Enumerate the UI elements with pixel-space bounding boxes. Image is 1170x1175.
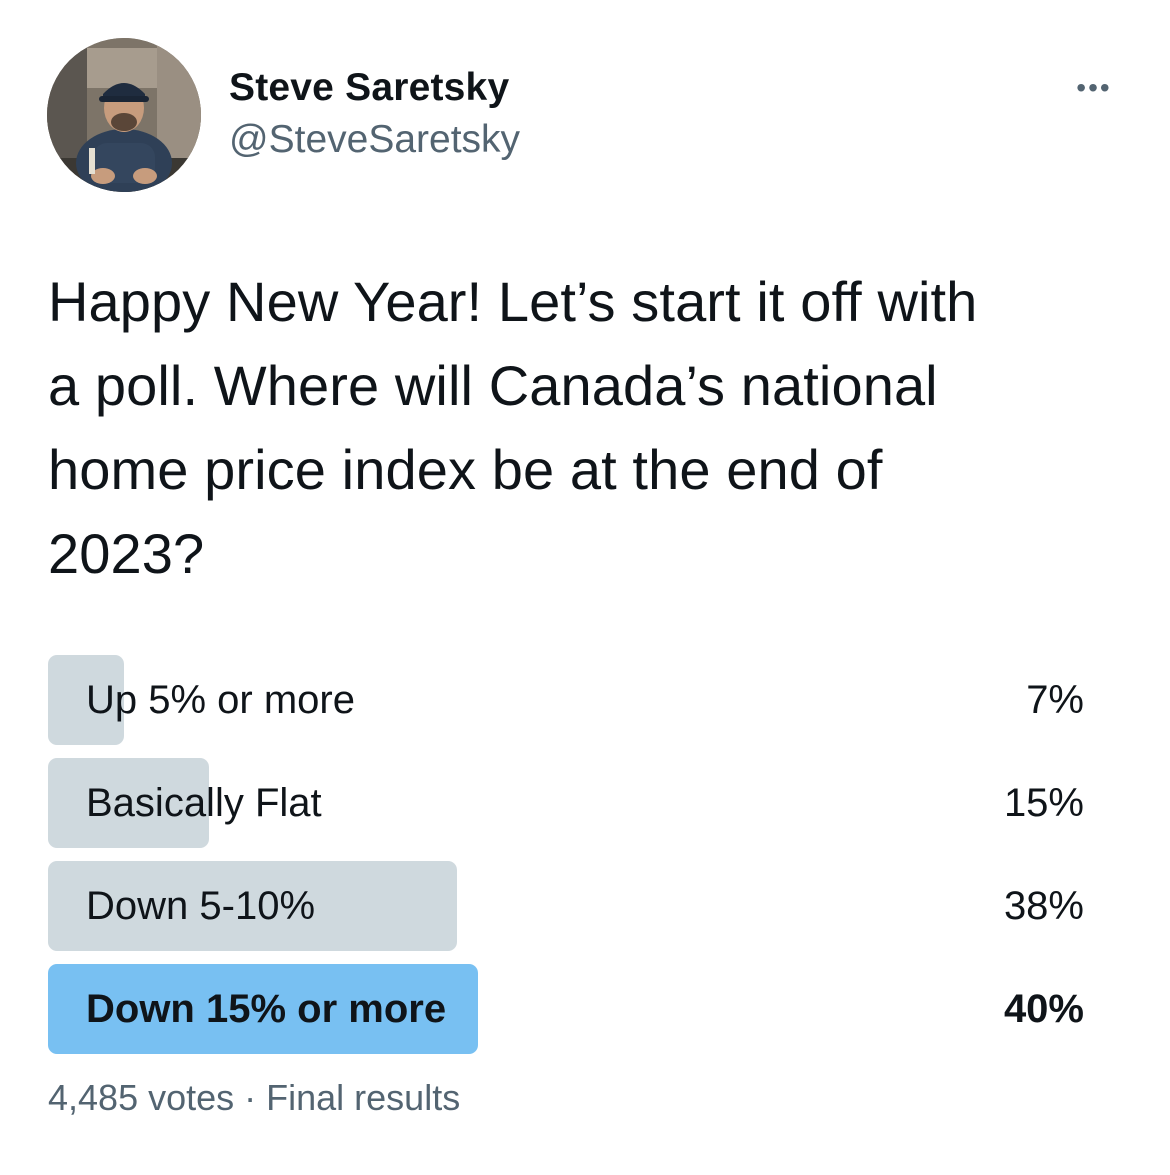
poll-option: Down 5-10% 38% xyxy=(48,861,1088,951)
poll-option-label: Down 5-10% xyxy=(86,884,316,928)
poll-option-label: Up 5% or more xyxy=(86,678,355,722)
poll-option-percent: 15% xyxy=(1003,781,1084,825)
author-handle[interactable]: @SteveSaretsky xyxy=(229,118,520,162)
profile-photo-icon[interactable] xyxy=(47,38,201,192)
author-name[interactable]: Steve Saretsky xyxy=(229,66,509,110)
tweet-card: Steve Saretsky @SteveSaretsky ••• Happy … xyxy=(0,0,1170,1175)
poll-option: Up 5% or more 7% xyxy=(48,655,1088,745)
poll-option: Basically Flat 15% xyxy=(48,758,1088,848)
poll-vote-count: 4,485 votes xyxy=(48,1077,235,1118)
poll-footer: 4,485 votes · Final results xyxy=(48,1077,460,1119)
poll-option-percent: 38% xyxy=(1003,884,1084,928)
poll-option-label: Basically Flat xyxy=(86,781,322,825)
poll-option-label: Down 15% or more xyxy=(86,987,447,1031)
poll-footer-separator: · xyxy=(244,1077,257,1118)
tweet-text-line: Happy New Year! Let’s start it off with xyxy=(48,270,978,333)
poll-option-percent: 40% xyxy=(1003,987,1084,1031)
tweet-text: Happy New Year! Let’s start it off with … xyxy=(48,260,1138,596)
tweet-text-line: 2023? xyxy=(48,522,205,585)
more-dots-icon: ••• xyxy=(1076,72,1112,103)
tweet-text-line: a poll. Where will Canada’s national xyxy=(48,354,938,417)
poll-option-percent: 7% xyxy=(1026,678,1084,722)
poll-status: Final results xyxy=(266,1077,461,1118)
more-options-button[interactable]: ••• xyxy=(1066,72,1122,104)
poll-option: Down 15% or more 40% xyxy=(48,964,1088,1054)
poll: Up 5% or more 7% Basically Flat 15% Down… xyxy=(48,655,1088,1067)
tweet-text-line: home price index be at the end of xyxy=(48,438,883,501)
